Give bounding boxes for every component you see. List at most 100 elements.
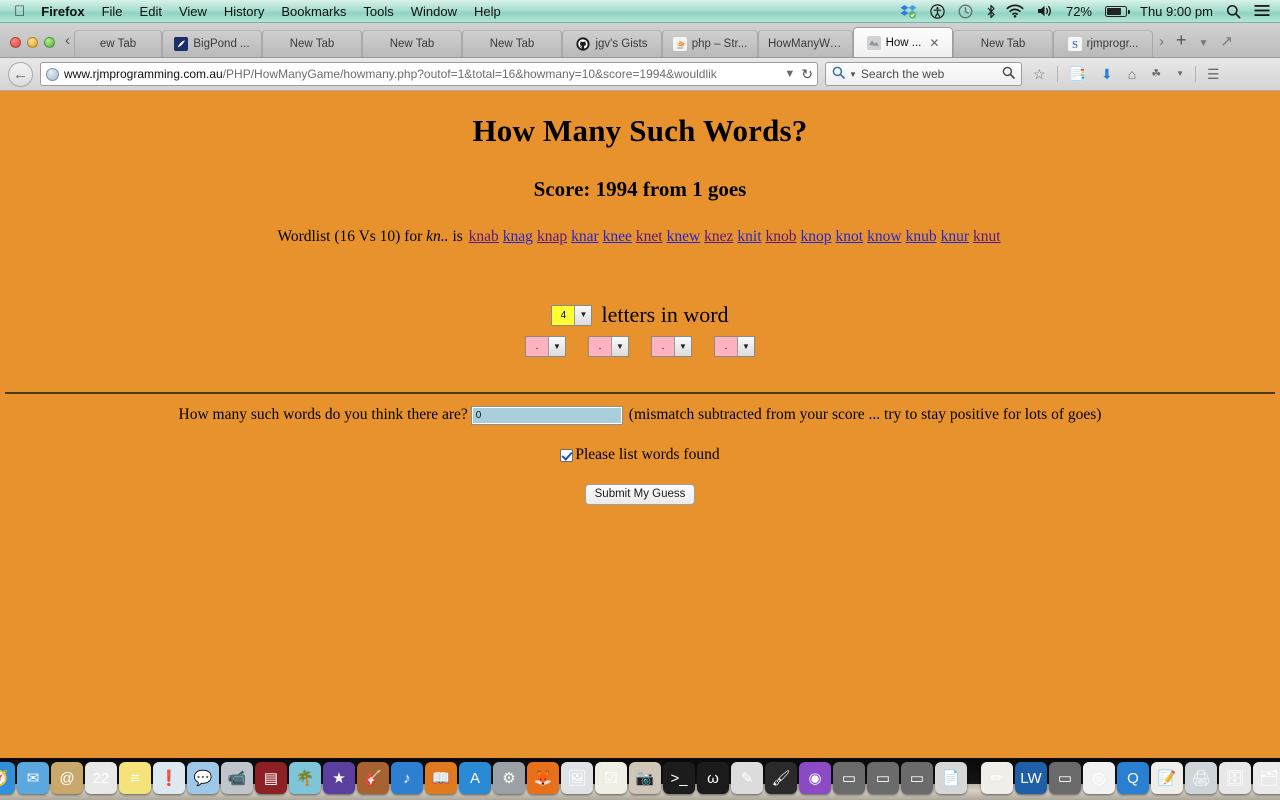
word-link-knag[interactable]: knag bbox=[503, 228, 533, 245]
textedit-icon[interactable]: ✏ bbox=[981, 762, 1013, 794]
word-link-knub[interactable]: knub bbox=[906, 228, 937, 245]
accessibility-icon[interactable] bbox=[930, 3, 945, 19]
finder-window-2-icon[interactable]: ▭ bbox=[867, 762, 899, 794]
menu-item-bookmarks[interactable]: Bookmarks bbox=[281, 4, 346, 19]
letter-select-4[interactable]: . ▼ bbox=[714, 336, 755, 357]
chevron-down-icon[interactable]: ▼ bbox=[548, 337, 565, 356]
tab-0[interactable]: ew Tab bbox=[74, 30, 162, 57]
scanner-icon[interactable]: 🖨 bbox=[1185, 762, 1217, 794]
terminal-icon[interactable]: >_ bbox=[663, 762, 695, 794]
tab-scroll-right-icon[interactable]: › bbox=[1153, 34, 1170, 57]
tab-scroll-left-icon[interactable]: ‹ bbox=[63, 33, 74, 57]
tab-5[interactable]: jgv's Gists bbox=[562, 30, 662, 57]
word-length-select[interactable]: 4 ▼ bbox=[551, 304, 593, 326]
search-engine-chevron-down-icon[interactable]: ▼ bbox=[849, 70, 857, 79]
purple-globe-icon[interactable]: ◉ bbox=[799, 762, 831, 794]
word-link-knur[interactable]: knur bbox=[941, 228, 969, 245]
word-link-knet[interactable]: knet bbox=[636, 228, 663, 245]
ibooks-icon[interactable]: 📖 bbox=[425, 762, 457, 794]
word-link-knap[interactable]: knap bbox=[537, 228, 567, 245]
letter-select-3[interactable]: . ▼ bbox=[651, 336, 692, 357]
hamburger-menu-icon[interactable]: ☰ bbox=[1203, 67, 1224, 81]
letter-select-1[interactable]: . ▼ bbox=[525, 336, 566, 357]
garageband-icon[interactable]: 🎸 bbox=[357, 762, 389, 794]
reminders-icon[interactable]: ☑ bbox=[595, 762, 627, 794]
document-pencil-icon[interactable]: 📝 bbox=[1151, 762, 1183, 794]
finder-window-4-icon[interactable]: ▭ bbox=[1049, 762, 1081, 794]
sketchup-icon[interactable]: ✎ bbox=[731, 762, 763, 794]
firefox-icon[interactable]: 🦊 bbox=[527, 762, 559, 794]
reload-icon[interactable]: ↻ bbox=[799, 66, 813, 83]
close-button[interactable] bbox=[10, 37, 21, 48]
chevron-down-icon[interactable]: ▼ bbox=[780, 68, 799, 80]
app-store-news-icon[interactable]: ❗ bbox=[153, 762, 185, 794]
app-store-icon[interactable]: A bbox=[459, 762, 491, 794]
dropbox-icon[interactable] bbox=[900, 4, 917, 19]
apple-icon[interactable]:  bbox=[14, 4, 25, 19]
word-link-knee[interactable]: knee bbox=[603, 228, 632, 245]
chevron-down-icon[interactable]: ▼ bbox=[737, 337, 754, 356]
preview-icon[interactable]: 🖼 bbox=[561, 762, 593, 794]
wifi-icon[interactable] bbox=[1006, 4, 1024, 18]
wireshark-icon[interactable]: ω bbox=[697, 762, 729, 794]
word-link-knob[interactable]: knob bbox=[766, 228, 797, 245]
back-arrow-icon[interactable]: ← bbox=[8, 61, 33, 87]
reader-list-icon[interactable]: 📑 bbox=[1065, 67, 1090, 81]
facetime-icon[interactable]: 📹 bbox=[221, 762, 253, 794]
time-machine-icon[interactable] bbox=[958, 4, 973, 19]
word-link-know[interactable]: know bbox=[867, 228, 901, 245]
word-link-knew[interactable]: knew bbox=[667, 228, 701, 245]
archive-zip-icon[interactable]: 🗄 bbox=[1219, 762, 1251, 794]
new-tab-button[interactable]: + bbox=[1170, 31, 1193, 57]
lightwave-icon[interactable]: LW bbox=[1015, 762, 1047, 794]
menu-item-edit[interactable]: Edit bbox=[140, 4, 162, 19]
list-words-checkbox[interactable] bbox=[560, 448, 574, 462]
tab-7[interactable]: HowManyWo... bbox=[758, 30, 853, 57]
tab-6[interactable]: php – Str... bbox=[662, 30, 758, 57]
safari-icon[interactable]: 🧭 bbox=[0, 762, 15, 794]
notes-icon[interactable]: ≡ bbox=[119, 762, 151, 794]
bluetooth-icon[interactable] bbox=[986, 4, 996, 19]
quicktime-icon[interactable]: Q bbox=[1117, 762, 1149, 794]
imovie-star-icon[interactable]: ★ bbox=[323, 762, 355, 794]
tab-9[interactable]: New Tab bbox=[953, 30, 1053, 57]
tab-2[interactable]: New Tab bbox=[262, 30, 362, 57]
close-icon[interactable]: ✕ bbox=[929, 36, 939, 50]
chrome-icon[interactable]: ◎ bbox=[1083, 762, 1115, 794]
fullscreen-icon[interactable]: ↗ bbox=[1214, 34, 1243, 57]
word-link-knit[interactable]: knit bbox=[737, 228, 761, 245]
contacts-icon[interactable]: @ bbox=[51, 762, 83, 794]
messages-icon[interactable]: 💬 bbox=[187, 762, 219, 794]
word-link-knot[interactable]: knot bbox=[836, 228, 864, 245]
tab-3[interactable]: New Tab bbox=[362, 30, 462, 57]
menu-item-view[interactable]: View bbox=[179, 4, 207, 19]
finder-window-3-icon[interactable]: ▭ bbox=[901, 762, 933, 794]
battery-icon[interactable] bbox=[1105, 5, 1130, 17]
tab-list-chevron-down-icon[interactable]: ▼ bbox=[1193, 39, 1215, 57]
menu-item-firefox[interactable]: Firefox bbox=[41, 4, 84, 19]
paintbrush-icon[interactable]: 🖌 bbox=[765, 762, 797, 794]
chevron-down-icon[interactable]: ▼ bbox=[674, 337, 691, 356]
photo-booth-icon[interactable]: 📷 bbox=[629, 762, 661, 794]
menu-item-tools[interactable]: Tools bbox=[363, 4, 393, 19]
overflow-chevron-down-icon[interactable]: ▼ bbox=[1172, 70, 1188, 78]
folder-stack-icon[interactable]: 🗂 bbox=[1253, 762, 1280, 794]
menu-bar-clock[interactable]: Thu 9:00 pm bbox=[1140, 5, 1213, 18]
downloads-icon[interactable]: ⬇ bbox=[1097, 67, 1117, 81]
notification-center-icon[interactable] bbox=[1254, 4, 1270, 18]
search-input[interactable]: Search the web bbox=[861, 67, 998, 81]
pocket-icon[interactable]: ☘ bbox=[1147, 68, 1165, 80]
home-icon[interactable]: ⌂ bbox=[1124, 67, 1140, 81]
search-icon[interactable] bbox=[1226, 4, 1241, 19]
menu-item-window[interactable]: Window bbox=[411, 4, 457, 19]
system-preferences-icon[interactable]: ⚙ bbox=[493, 762, 525, 794]
menu-item-history[interactable]: History bbox=[224, 4, 264, 19]
search-go-icon[interactable] bbox=[1002, 66, 1015, 82]
chevron-down-icon[interactable]: ▼ bbox=[611, 337, 628, 356]
word-link-knez[interactable]: knez bbox=[704, 228, 733, 245]
tab-8-active[interactable]: How ... ✕ bbox=[853, 27, 953, 57]
url-bar[interactable]: www.rjmprogramming.com.au/PHP/HowManyGam… bbox=[40, 62, 818, 86]
bookmark-star-icon[interactable]: ☆ bbox=[1029, 67, 1050, 81]
tab-1[interactable]: BigPond ... bbox=[162, 30, 262, 57]
chevron-down-icon[interactable]: ▼ bbox=[574, 305, 592, 325]
